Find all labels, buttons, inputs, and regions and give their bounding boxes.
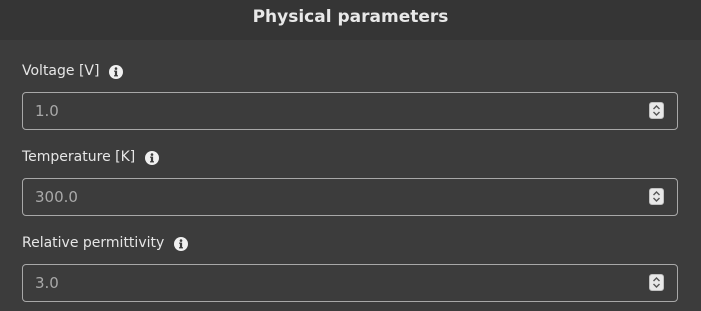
panel-title: Physical parameters [252, 7, 449, 27]
relative-permittivity-field-group: Relative permittivity 3.0 [22, 233, 678, 302]
temperature-spinner[interactable] [649, 188, 664, 205]
relative-permittivity-label: Relative permittivity [22, 235, 165, 251]
relative-permittivity-value: 3.0 [35, 274, 59, 292]
voltage-input[interactable]: 1.0 [22, 92, 678, 130]
info-icon[interactable] [174, 236, 189, 251]
physical-parameters-panel: Physical parameters Voltage [V] 1.0 Temp… [0, 0, 701, 311]
temperature-label: Temperature [K] [22, 149, 136, 165]
voltage-spinner[interactable] [649, 102, 664, 119]
voltage-value: 1.0 [35, 102, 59, 120]
voltage-field-group: Voltage [V] 1.0 [22, 61, 678, 130]
temperature-value: 300.0 [35, 188, 78, 206]
info-icon[interactable] [109, 64, 124, 79]
relative-permittivity-spinner[interactable] [649, 274, 664, 291]
temperature-field-group: Temperature [K] 300.0 [22, 147, 678, 216]
relative-permittivity-input[interactable]: 3.0 [22, 264, 678, 302]
temperature-input[interactable]: 300.0 [22, 178, 678, 216]
voltage-label: Voltage [V] [22, 63, 100, 79]
info-icon[interactable] [145, 150, 160, 165]
